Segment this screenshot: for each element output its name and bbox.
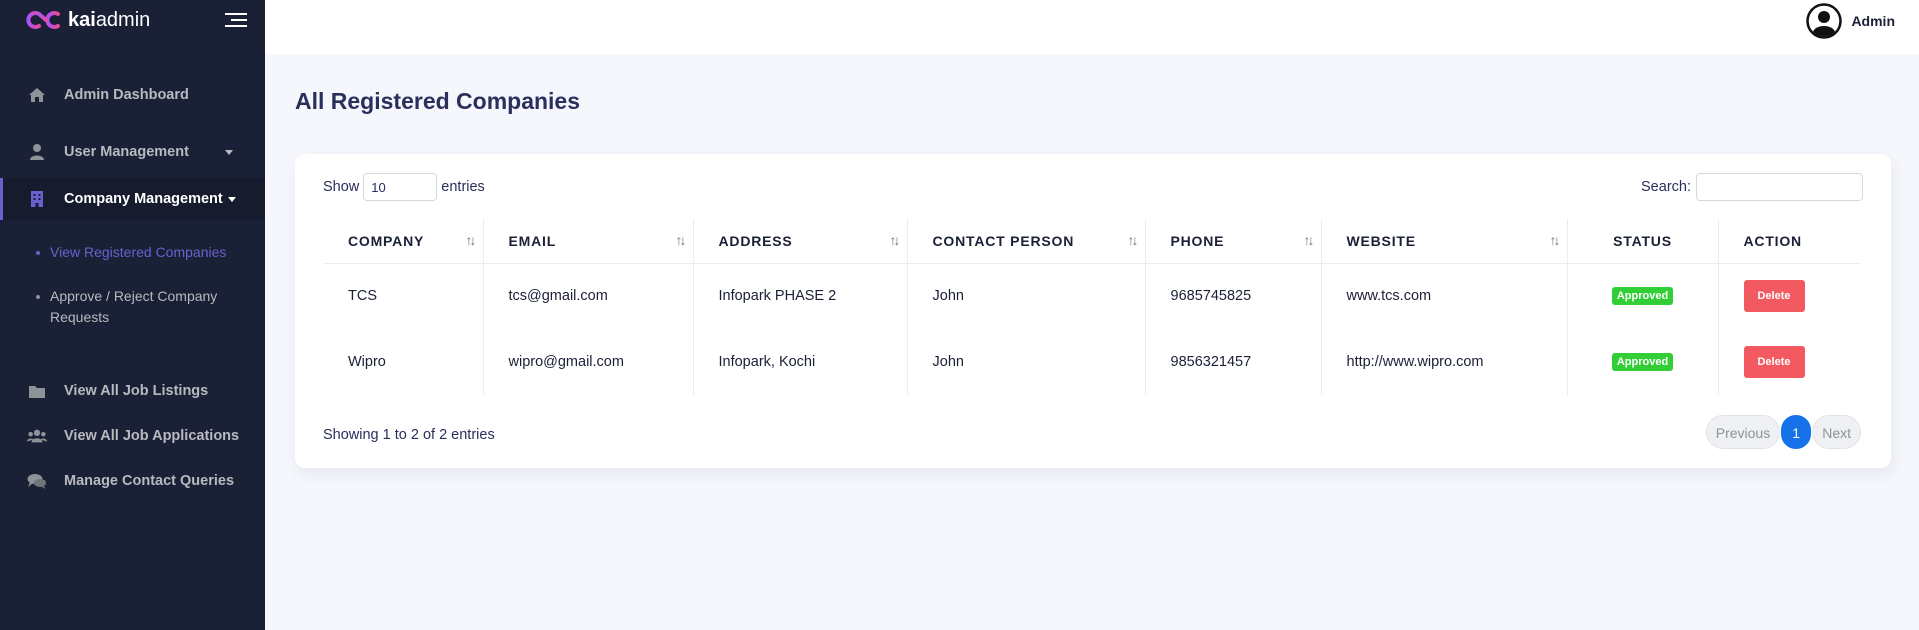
comments-icon [27,472,47,490]
search-input[interactable] [1696,173,1863,201]
cell-email: tcs@gmail.com [483,263,694,329]
brand-name: kaiadmin [68,8,151,31]
table-search: Search: [1641,173,1863,201]
cell-company: TCS [323,263,484,329]
column-header-status: STATUS [1567,219,1719,264]
entries-length-control: Show entries [323,173,485,201]
sidebar-item-user-management[interactable]: User Management [0,140,265,164]
user-name: Admin [1851,13,1895,29]
top-navbar: Admin [265,0,1919,54]
sort-icon: ↑↓ [675,232,687,248]
sort-icon: ↑↓ [1303,232,1315,248]
companies-table: COMPANY ↑↓ EMAIL ↑↓ ADDRESS ↑↓ CONTACT PERS… [323,219,1860,395]
cell-address: Infopark PHASE 2 [693,263,908,329]
cell-address: Infopark, Kochi [693,329,908,395]
table-info: Showing 1 to 2 of 2 entries [323,427,495,443]
cell-status: Approved [1567,263,1719,329]
chevron-down-icon [228,197,236,202]
sort-icon: ↑↓ [889,232,901,248]
table-row: Wipro wipro@gmail.com Infopark, Kochi Jo… [323,329,1860,395]
cell-contact-person: John [907,329,1146,395]
kaiadmin-logo-icon [26,11,60,29]
pagination-page-button[interactable]: 1 [1781,415,1812,449]
table-header-row: COMPANY ↑↓ EMAIL ↑↓ ADDRESS ↑↓ CONTACT PERS… [323,219,1860,264]
user-menu[interactable]: Admin [1806,3,1895,39]
cell-action: Delete [1718,329,1860,395]
status-badge: Approved [1611,353,1674,371]
companies-card: Show entries Search: COMPANY↑↓ EMAIL↑↓ A… [295,154,1891,468]
cell-company: Wipro [323,329,484,395]
sidebar-item-admin-dashboard[interactable]: Admin Dashboard [0,83,265,107]
sidebar-subitem-approve-reject-requests[interactable]: Approve / Reject Company Requests [36,286,246,328]
folder-icon [27,382,47,400]
cell-email: wipro@gmail.com [483,329,694,395]
cell-phone: 9856321457 [1145,329,1322,395]
sidebar-item-company-management[interactable]: Company Management [0,178,265,220]
column-header-address[interactable]: ADDRESS ↑↓ [693,219,908,264]
sidebar-item-label: Admin Dashboard [64,87,189,103]
cell-phone: 9685745825 [1145,263,1322,329]
bullet-icon [36,251,40,255]
column-header-action: ACTION [1718,219,1860,264]
page-title: All Registered Companies [295,88,581,114]
building-icon [27,190,47,208]
column-header-contact-person[interactable]: CONTACT PERSON ↑↓ [907,219,1146,264]
column-header-website[interactable]: WEBSITE ↑↓ [1321,219,1568,264]
sidebar-item-label: View All Job Listings [64,383,209,399]
sidebar-item-label: User Management [64,144,189,160]
sort-icon: ↑↓ [1127,232,1139,248]
sidebar-item-view-all-job-listings[interactable]: View All Job Listings [0,379,265,403]
show-label: Show [323,179,360,195]
column-header-company[interactable]: COMPANY ↑↓ [323,219,484,264]
users-icon [27,427,47,445]
cell-website: http://www.wipro.com [1321,329,1568,395]
table-row: TCS tcs@gmail.com Infopark PHASE 2 John … [323,263,1860,329]
pagination: Previous 1 Next [1705,415,1861,449]
pagination-previous-button[interactable]: Previous [1705,415,1781,449]
sidebar-item-label: View All Job Applications [64,428,240,444]
pagination-next-button[interactable]: Next [1812,415,1861,449]
user-icon [27,143,47,161]
delete-button[interactable]: Delete [1743,280,1805,313]
sidebar-subitem-view-registered-companies[interactable]: View Registered Companies [36,242,246,263]
sidebar-item-label: Company Management [64,191,223,207]
status-badge: Approved [1611,287,1674,306]
cell-website: www.tcs.com [1321,263,1568,329]
entries-per-page-select[interactable] [363,173,438,201]
column-header-phone[interactable]: PHONE ↑↓ [1145,219,1322,264]
cell-status: Approved [1567,329,1719,395]
delete-button[interactable]: Delete [1743,346,1805,378]
sidebar-item-label: Manage Contact Queries [64,473,235,489]
search-label: Search: [1641,179,1691,195]
entries-label: entries [441,179,485,195]
sidebar-item-view-all-job-applications[interactable]: View All Job Applications [0,424,265,448]
sidebar-item-manage-contact-queries[interactable]: Manage Contact Queries [0,469,265,493]
cell-action: Delete [1718,263,1860,329]
sort-icon: ↑↓ [1549,232,1561,248]
column-header-email[interactable]: EMAIL ↑↓ [483,219,694,264]
sidebar: kaiadmin Admin Dashboard User Management… [0,0,265,630]
cell-contact-person: John [907,263,1146,329]
user-avatar-icon [1806,3,1843,39]
sidebar-toggle-icon[interactable] [225,12,247,28]
home-icon [27,86,47,104]
chevron-down-icon [225,150,233,155]
sort-icon: ↑↓ [465,232,477,248]
bullet-icon [36,295,40,299]
